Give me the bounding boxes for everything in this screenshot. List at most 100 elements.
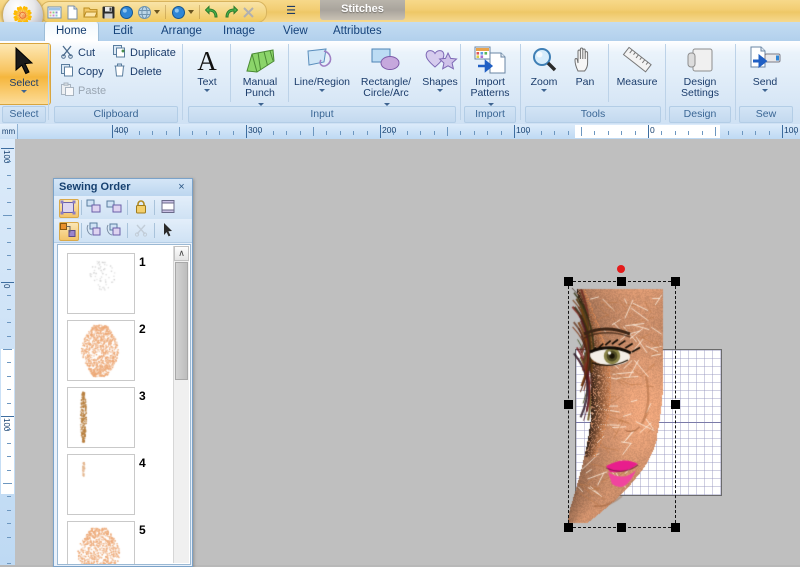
line-region-button[interactable]: Line/Region bbox=[291, 43, 353, 103]
document-title: Stitches bbox=[320, 0, 405, 20]
list-item[interactable] bbox=[67, 387, 135, 448]
print-icon[interactable] bbox=[119, 5, 134, 20]
pan-button[interactable]: Pan bbox=[565, 43, 605, 103]
sewing-order-list[interactable]: 1 2 3 4 5 ∧ bbox=[57, 244, 191, 565]
tab-attributes[interactable]: Attributes bbox=[322, 22, 393, 41]
arrow-cursor-icon bbox=[0, 44, 50, 76]
rotation-handle[interactable] bbox=[617, 265, 625, 273]
handle-middle-left[interactable] bbox=[564, 400, 573, 409]
handle-top-left[interactable] bbox=[564, 277, 573, 286]
qat-overflow-button[interactable]: ☰ bbox=[285, 4, 297, 18]
group-separator-4 bbox=[520, 44, 521, 120]
ribbon-tab-strip: Home Edit Arrange Image View Attributes bbox=[0, 22, 800, 41]
list-item[interactable] bbox=[67, 253, 135, 314]
circle-icon[interactable] bbox=[171, 5, 186, 20]
select-dropdown-caret-icon[interactable] bbox=[21, 90, 27, 93]
ruler-label: 100 bbox=[784, 125, 799, 135]
tab-home[interactable]: Home bbox=[44, 22, 99, 41]
thumbnail-2 bbox=[68, 321, 132, 378]
manual-punch-button-label: Manual Punch bbox=[242, 76, 278, 99]
tab-edit[interactable]: Edit bbox=[102, 22, 144, 41]
globe-icon[interactable] bbox=[137, 5, 152, 20]
toolbar-sep-a bbox=[81, 200, 82, 215]
group-label-import: Import bbox=[464, 106, 516, 123]
zoom-dropdown-caret-icon[interactable] bbox=[541, 89, 547, 92]
app-menu-orb[interactable]: 🌼 bbox=[2, 0, 44, 22]
text-button[interactable]: A Text bbox=[186, 43, 228, 103]
select-all-blocks-icon[interactable] bbox=[59, 199, 79, 218]
thumbnail-5 bbox=[68, 522, 132, 564]
sewing-order-toolbar-row2 bbox=[54, 219, 192, 243]
tab-view[interactable]: View bbox=[272, 22, 319, 41]
design-settings-button[interactable]: Design Settings bbox=[671, 43, 729, 103]
shapes-button[interactable]: Shapes bbox=[418, 43, 462, 103]
send-button-label: Send bbox=[752, 76, 778, 88]
open-folder-icon[interactable] bbox=[83, 5, 98, 20]
scroll-up-icon[interactable]: ∧ bbox=[174, 246, 189, 261]
circle-dropdown-caret-icon[interactable] bbox=[188, 10, 194, 14]
handle-top-center[interactable] bbox=[617, 277, 626, 286]
horizontal-ruler[interactable]: mm 400 300 200 100 0 100 bbox=[0, 124, 800, 140]
color-block-icon[interactable] bbox=[59, 222, 79, 241]
group-blocks-icon[interactable] bbox=[86, 199, 104, 216]
send-button[interactable]: Send bbox=[739, 43, 791, 103]
shapes-dropdown-caret-icon[interactable] bbox=[437, 89, 443, 92]
selection-box[interactable] bbox=[564, 277, 680, 532]
undo-icon[interactable] bbox=[204, 4, 220, 20]
handle-top-right[interactable] bbox=[671, 277, 680, 286]
send-machine-icon bbox=[739, 43, 791, 75]
close-icon[interactable]: × bbox=[175, 181, 188, 194]
scrollbar-thumb[interactable] bbox=[175, 262, 188, 380]
paste-icon bbox=[60, 82, 75, 97]
list-item-number: 3 bbox=[139, 389, 146, 403]
list-item[interactable] bbox=[67, 521, 135, 564]
list-item[interactable] bbox=[67, 320, 135, 381]
send-dropdown-caret-icon[interactable] bbox=[762, 89, 768, 92]
line-region-dropdown-caret-icon[interactable] bbox=[319, 89, 325, 92]
combine-blocks-icon[interactable] bbox=[86, 222, 104, 239]
input-sep-2 bbox=[288, 44, 289, 102]
globe-dropdown-caret-icon[interactable] bbox=[154, 10, 160, 14]
select-frame-icon[interactable] bbox=[160, 199, 178, 216]
duplicate-label: Duplicate bbox=[130, 47, 176, 59]
ungroup-blocks-icon[interactable] bbox=[106, 199, 124, 216]
ruler-label: 0 bbox=[650, 125, 655, 135]
measure-button[interactable]: Measure bbox=[611, 43, 663, 103]
handle-bottom-center[interactable] bbox=[617, 523, 626, 532]
rectangle-circle-arc-button[interactable]: Rectangle/ Circle/Arc bbox=[354, 43, 418, 106]
new-document-icon[interactable] bbox=[65, 5, 80, 20]
redo-icon[interactable] bbox=[223, 4, 239, 20]
save-disk-icon[interactable] bbox=[101, 5, 116, 20]
pointer-icon[interactable] bbox=[160, 222, 178, 239]
list-item[interactable] bbox=[67, 454, 135, 515]
paste-command: Paste bbox=[60, 82, 106, 99]
group-separator-2 bbox=[182, 44, 183, 120]
handle-bottom-right[interactable] bbox=[671, 523, 680, 532]
tab-arrange[interactable]: Arrange bbox=[150, 22, 213, 41]
copy-command[interactable]: Copy bbox=[60, 63, 104, 80]
tab-image[interactable]: Image bbox=[212, 22, 266, 41]
title-bar: 🌼 ☰ Stitches bbox=[0, 0, 800, 22]
handle-middle-right[interactable] bbox=[671, 400, 680, 409]
text-dropdown-caret-icon[interactable] bbox=[204, 89, 210, 92]
design-settings-label: Design Settings bbox=[681, 76, 719, 99]
zoom-button[interactable]: Zoom bbox=[523, 43, 565, 103]
handle-bottom-left[interactable] bbox=[564, 523, 573, 532]
zoom-button-label: Zoom bbox=[530, 76, 558, 88]
group-label-input: Input bbox=[188, 106, 456, 123]
select-button[interactable]: Select bbox=[0, 43, 51, 105]
cut-command[interactable]: Cut bbox=[60, 44, 95, 61]
manual-punch-button[interactable]: Manual Punch bbox=[234, 43, 286, 106]
ribbon-group-clipboard: Cut Duplicate Copy Delete Paste Clipboar… bbox=[52, 41, 180, 124]
ribbon-group-select: Select Select bbox=[0, 41, 51, 124]
wizard-icon[interactable] bbox=[47, 5, 62, 20]
duplicate-command[interactable]: Duplicate bbox=[112, 44, 176, 61]
shapes-heart-star-icon bbox=[418, 43, 462, 75]
split-blocks-icon[interactable] bbox=[106, 222, 124, 239]
lock-icon[interactable] bbox=[133, 199, 151, 216]
vertical-ruler[interactable]: 100 0 100 bbox=[0, 139, 16, 565]
delete-command[interactable]: Delete bbox=[112, 63, 162, 80]
ribbon: Select Select Cut Duplicate Copy Delete … bbox=[0, 41, 800, 135]
sewing-order-scrollbar[interactable]: ∧ bbox=[173, 246, 189, 563]
import-patterns-button[interactable]: Import Patterns bbox=[463, 43, 517, 106]
